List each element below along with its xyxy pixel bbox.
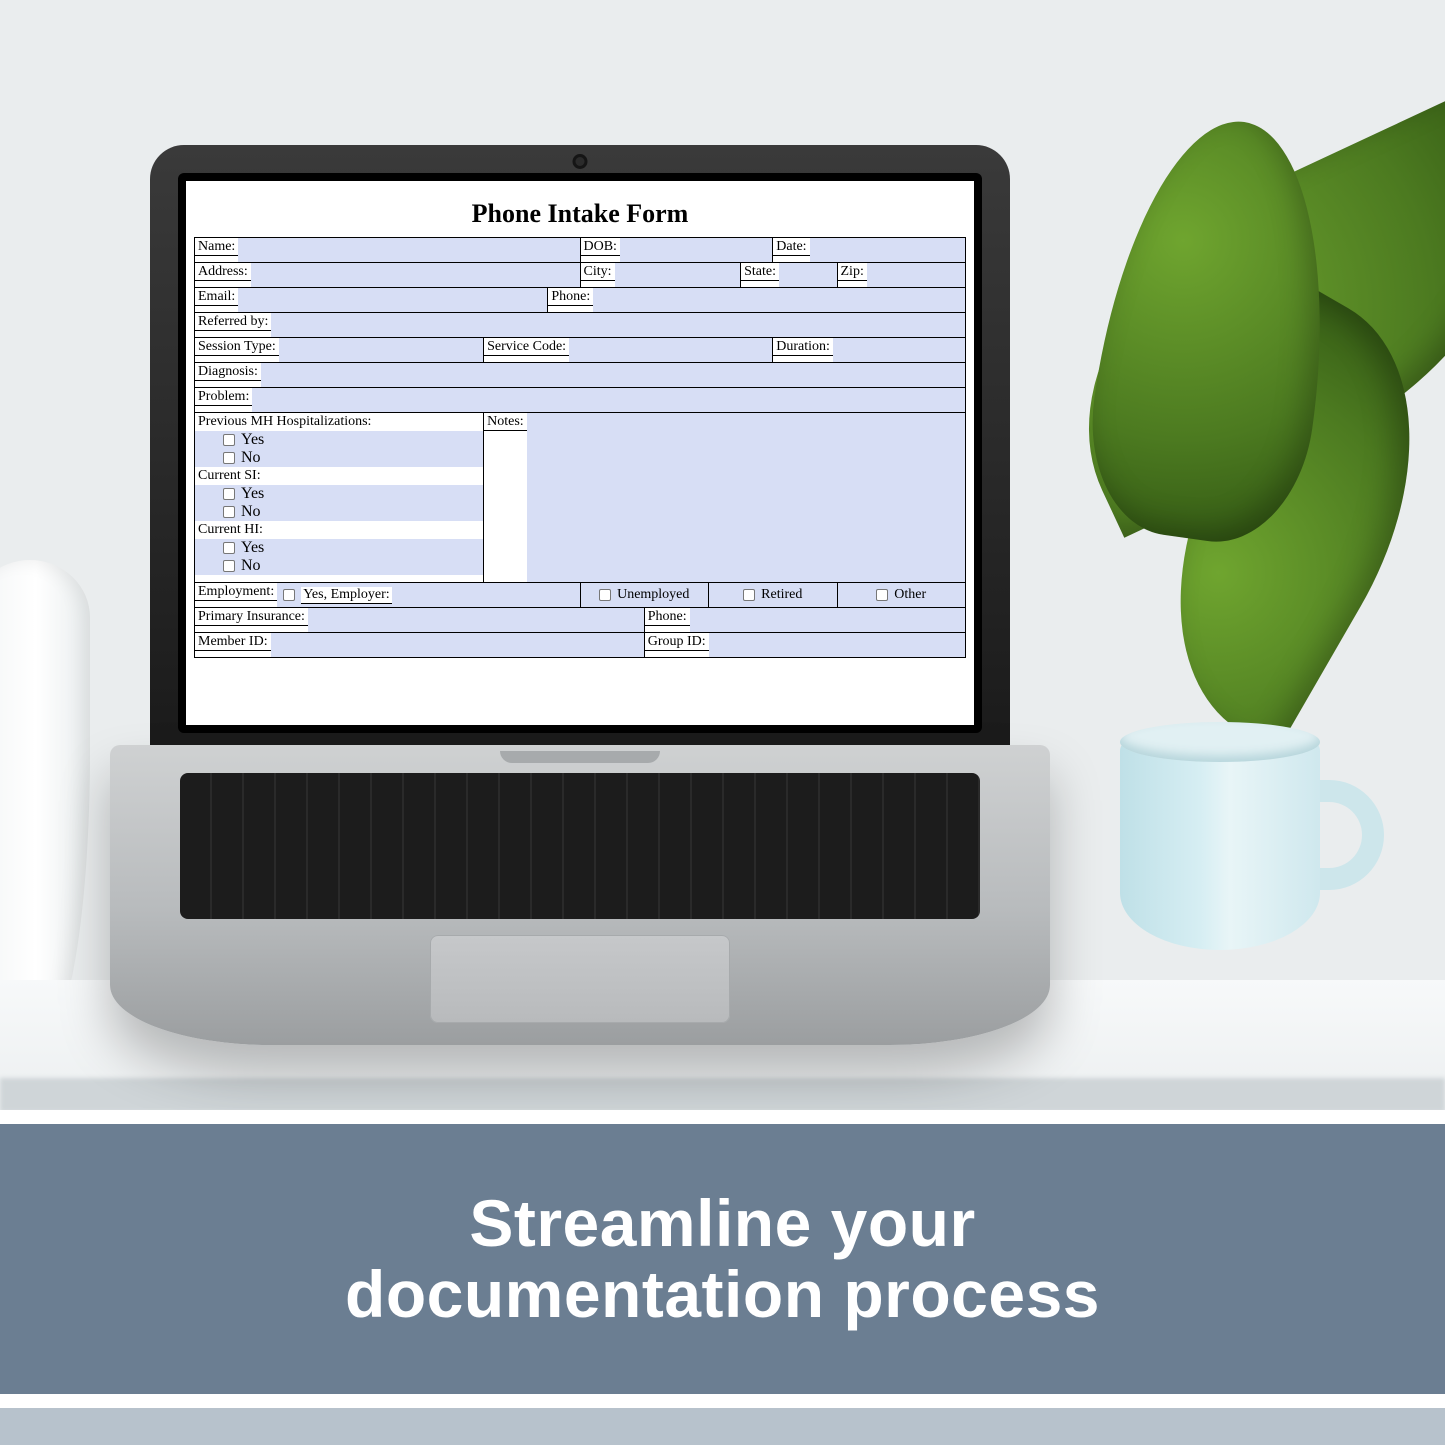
- label-employment: Employment:: [195, 583, 277, 601]
- panel-prev-hospitalizations: Previous MH Hospitalizations: Yes No Cur…: [195, 413, 484, 583]
- checkbox-other[interactable]: [876, 589, 888, 601]
- label-ins-phone: Phone:: [645, 608, 690, 626]
- field-service-code[interactable]: [569, 338, 772, 362]
- laptop-lid: Phone Intake Form Name: DOB: Date: Addre: [150, 145, 1010, 755]
- label-current-hi: Current HI:: [195, 521, 483, 539]
- form-title: Phone Intake Form: [194, 199, 966, 229]
- field-city[interactable]: [615, 263, 741, 287]
- label-current-si: Current SI:: [195, 467, 483, 485]
- label-unemployed: Unemployed: [617, 587, 689, 603]
- label-referred-by: Referred by:: [195, 313, 271, 331]
- label-diagnosis: Diagnosis:: [195, 363, 261, 381]
- field-group-id[interactable]: [709, 633, 965, 657]
- label-retired: Retired: [761, 587, 802, 603]
- checkbox-hi-yes[interactable]: [223, 542, 235, 554]
- webcam-icon: [576, 157, 585, 166]
- field-problem[interactable]: [252, 388, 965, 412]
- coffee-mug: [1120, 740, 1350, 970]
- field-diagnosis[interactable]: [261, 363, 965, 387]
- checkbox-yes-employer[interactable]: [283, 589, 295, 601]
- checkbox-unemployed[interactable]: [599, 589, 611, 601]
- checkbox-si-yes[interactable]: [223, 488, 235, 500]
- opt-no: No: [241, 503, 261, 520]
- label-address: Address:: [195, 263, 251, 281]
- label-phone: Phone:: [548, 288, 593, 306]
- field-date[interactable]: [810, 238, 965, 262]
- label-zip: Zip:: [838, 263, 867, 281]
- field-state[interactable]: [779, 263, 836, 287]
- field-email[interactable]: [238, 288, 547, 312]
- label-state: State:: [741, 263, 779, 281]
- label-city: City:: [581, 263, 615, 281]
- label-email: Email:: [195, 288, 238, 306]
- field-address[interactable]: [251, 263, 580, 287]
- field-ins-phone[interactable]: [690, 608, 965, 632]
- label-member-id: Member ID:: [195, 633, 271, 651]
- field-member-id[interactable]: [271, 633, 644, 657]
- intake-form: Phone Intake Form Name: DOB: Date: Addre: [186, 181, 974, 658]
- laptop-screen: Phone Intake Form Name: DOB: Date: Addre: [186, 181, 974, 725]
- laptop-base: [110, 745, 1050, 1045]
- label-duration: Duration:: [773, 338, 833, 356]
- label-dob: DOB:: [581, 238, 620, 256]
- footer-strip: [0, 1408, 1445, 1445]
- label-problem: Problem:: [195, 388, 252, 406]
- label-group-id: Group ID:: [645, 633, 709, 651]
- label-service-code: Service Code:: [484, 338, 569, 356]
- label-other: Other: [894, 587, 926, 603]
- label-yes-employer: Yes, Employer:: [301, 587, 391, 604]
- form-table: Name: DOB: Date: Address: City: State: Z…: [194, 237, 966, 658]
- opt-yes: Yes: [241, 431, 264, 448]
- checkbox-si-no[interactable]: [223, 506, 235, 518]
- opt-yes: Yes: [241, 539, 264, 556]
- banner-divider-top: [0, 1110, 1445, 1124]
- label-session-type: Session Type:: [195, 338, 279, 356]
- hinge-notch: [500, 751, 660, 763]
- checkbox-prev-no[interactable]: [223, 452, 235, 464]
- field-referred-by[interactable]: [271, 313, 965, 337]
- banner-divider-bottom: [0, 1394, 1445, 1408]
- trackpad: [430, 935, 730, 1023]
- banner-headline: Streamline yourdocumentation process: [345, 1188, 1100, 1331]
- field-name[interactable]: [238, 238, 579, 262]
- label-prev-mh: Previous MH Hospitalizations:: [195, 413, 483, 431]
- field-duration[interactable]: [833, 338, 965, 362]
- label-primary-insurance: Primary Insurance:: [195, 608, 308, 626]
- field-phone[interactable]: [593, 288, 965, 312]
- label-date: Date:: [773, 238, 809, 256]
- opt-no: No: [241, 449, 261, 466]
- checkbox-retired[interactable]: [743, 589, 755, 601]
- screen-bezel: Phone Intake Form Name: DOB: Date: Addre: [178, 173, 982, 733]
- field-notes[interactable]: [527, 413, 965, 582]
- keyboard: [180, 773, 980, 919]
- laptop: Phone Intake Form Name: DOB: Date: Addre: [150, 145, 1010, 1085]
- opt-no: No: [241, 557, 261, 574]
- field-session-type[interactable]: [279, 338, 483, 362]
- marketing-banner: Streamline yourdocumentation process: [0, 1124, 1445, 1394]
- label-name: Name:: [195, 238, 238, 256]
- checkbox-prev-yes[interactable]: [223, 434, 235, 446]
- field-zip[interactable]: [867, 263, 965, 287]
- label-notes: Notes:: [484, 413, 527, 431]
- field-primary-insurance[interactable]: [308, 608, 644, 632]
- field-dob[interactable]: [620, 238, 772, 262]
- checkbox-hi-no[interactable]: [223, 560, 235, 572]
- opt-yes: Yes: [241, 485, 264, 502]
